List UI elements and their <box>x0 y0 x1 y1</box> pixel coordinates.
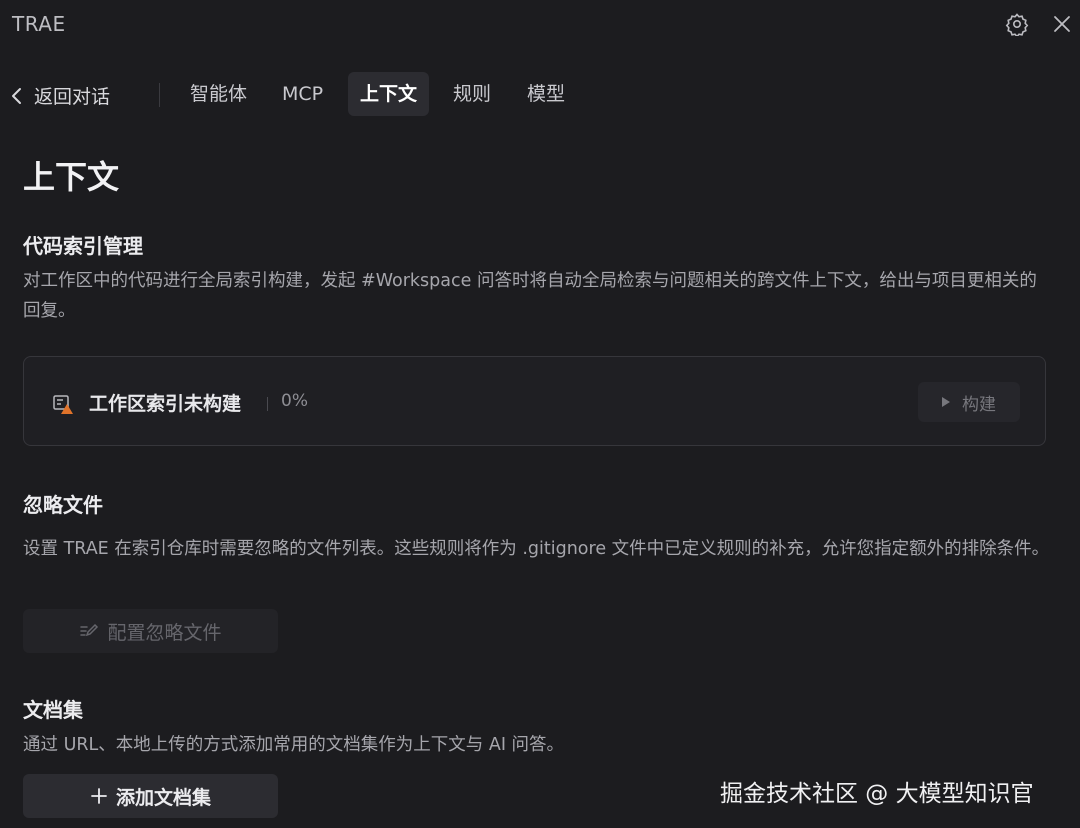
code-index-description: 对工作区中的代码进行全局索引构建，发起 #Workspace 问答时将自动全局检… <box>23 271 1037 321</box>
ignore-files-title: 忽略文件 <box>23 493 103 517</box>
index-status-label: 工作区索引未构建 <box>89 393 242 415</box>
back-label: 返回对话 <box>34 86 111 108</box>
tab-agents[interactable]: 智能体 <box>178 72 259 116</box>
build-label: 构建 <box>962 394 996 415</box>
nav-divider <box>159 83 160 107</box>
tab-mcp[interactable]: MCP <box>270 72 335 116</box>
app-title: TRAE <box>12 12 66 36</box>
tab-context[interactable]: 上下文 <box>348 72 430 116</box>
tab-models[interactable]: 模型 <box>515 72 577 116</box>
code-index-title: 代码索引管理 <box>23 234 143 258</box>
watermark: 掘金技术社区 @ 大模型知识官 <box>720 781 1034 807</box>
build-index-button[interactable]: 构建 <box>918 382 1020 422</box>
close-icon[interactable] <box>1050 12 1074 36</box>
gear-icon[interactable] <box>1005 12 1029 36</box>
play-icon <box>942 397 950 407</box>
docs-title: 文档集 <box>23 698 83 722</box>
index-divider <box>267 397 268 411</box>
add-docs-label: 添加文档集 <box>115 786 211 809</box>
configure-ignore-files-button[interactable]: 配置忽略文件 <box>23 609 278 653</box>
chevron-left-icon <box>12 87 21 104</box>
add-docs-button[interactable]: 添加文档集 <box>23 774 278 818</box>
tab-rules[interactable]: 规则 <box>441 72 503 116</box>
plus-icon <box>91 788 107 804</box>
top-bar: TRAE <box>0 0 1080 50</box>
page-title: 上下文 <box>23 158 120 196</box>
index-warning-icon <box>53 395 73 414</box>
ignore-files-description: 设置 TRAE 在索引仓库时需要忽略的文件列表。这些规则将作为 .gitigno… <box>23 539 1050 559</box>
index-progress: 0% <box>281 391 308 411</box>
settings-nav: 返回对话 智能体 MCP 上下文 规则 模型 <box>0 70 1080 120</box>
edit-list-icon <box>80 623 99 637</box>
index-status-card: 工作区索引未构建 0% 构建 <box>23 356 1046 446</box>
docs-description: 通过 URL、本地上传的方式添加常用的文档集作为上下文与 AI 问答。 <box>23 735 565 755</box>
configure-ignore-label: 配置忽略文件 <box>107 621 222 644</box>
back-to-chat-button[interactable]: 返回对话 <box>10 82 110 109</box>
